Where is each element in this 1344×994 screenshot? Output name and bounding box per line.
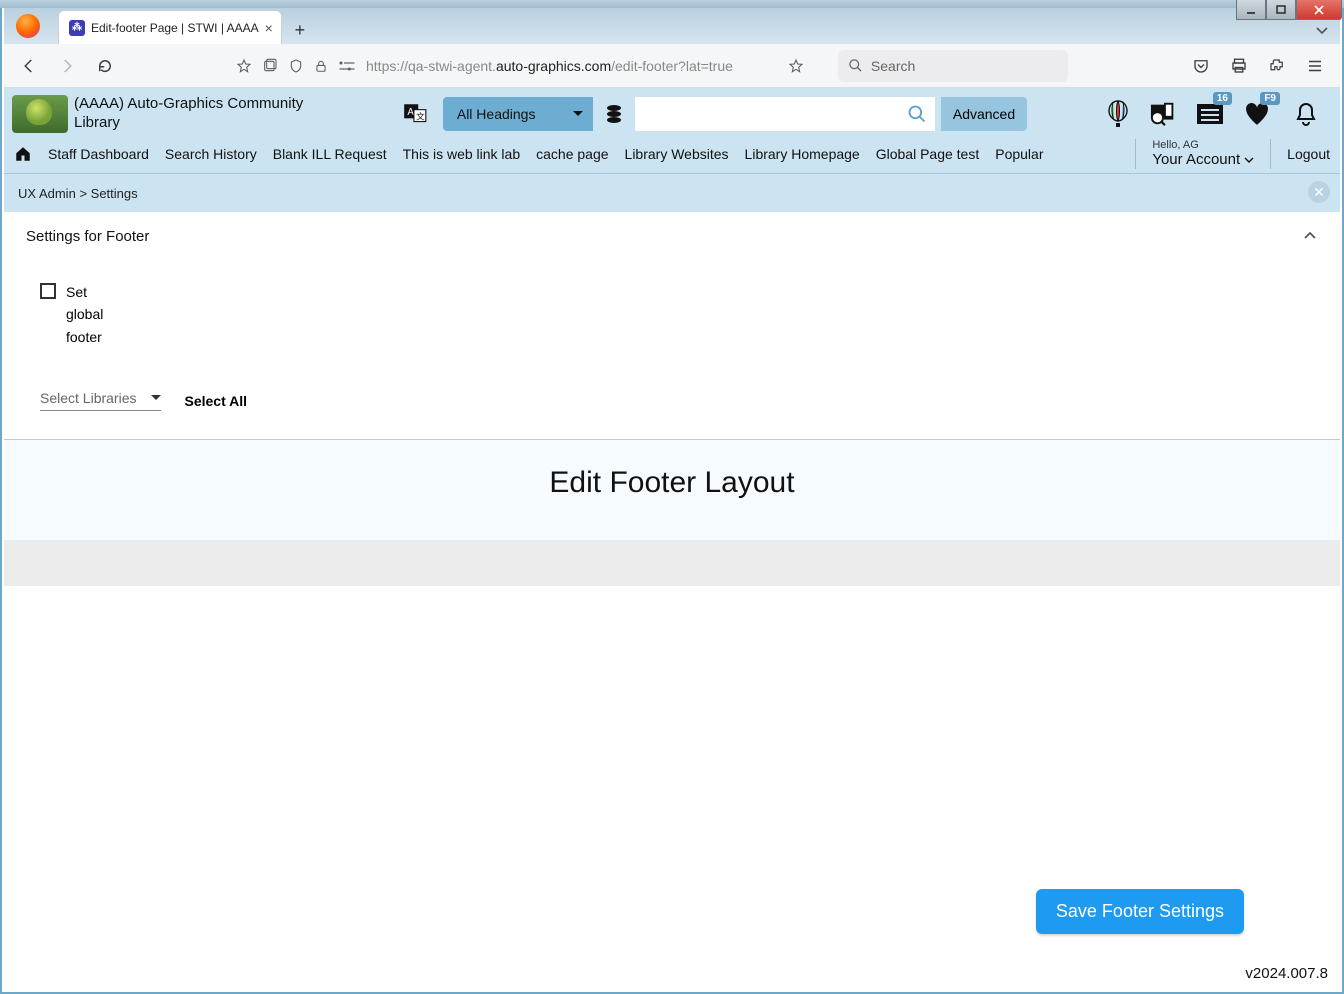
nav-item-cache-page[interactable]: cache page xyxy=(536,146,608,162)
advanced-search-button[interactable]: Advanced xyxy=(941,97,1027,131)
settings-panel: Settings for Footer Set global footer Se… xyxy=(4,212,1340,439)
database-icon[interactable] xyxy=(599,97,629,131)
nav-item-web-link-lab[interactable]: This is web link lab xyxy=(403,146,521,162)
print-icon[interactable] xyxy=(1224,51,1254,81)
brand-title: (AAAA) Auto-Graphics Community Library xyxy=(74,95,324,133)
firefox-logo-icon xyxy=(16,14,40,38)
tab-title: Edit-footer Page | STWI | AAAA xyxy=(91,21,259,35)
browser-toolbar: https://qa-stwi-agent.auto-graphics.com/… xyxy=(4,44,1340,88)
extensions-icon[interactable] xyxy=(1262,51,1292,81)
window-minimize-button[interactable] xyxy=(1236,0,1266,20)
pocket-icon[interactable] xyxy=(1186,51,1216,81)
shield-icon[interactable] xyxy=(288,58,304,74)
translate-icon[interactable]: A文 xyxy=(401,100,429,128)
version-label: v2024.007.8 xyxy=(1245,965,1328,982)
bookmark-page-icon[interactable] xyxy=(788,58,804,74)
svg-text:A: A xyxy=(407,107,414,118)
app-header: (AAAA) Auto-Graphics Community Library A… xyxy=(4,88,1340,136)
tab-favicon-icon: ⁂ xyxy=(69,20,85,36)
save-footer-settings-button[interactable]: Save Footer Settings xyxy=(1036,889,1244,934)
window-close-button[interactable] xyxy=(1296,0,1342,20)
permissions-icon[interactable] xyxy=(338,59,356,73)
breadcrumb-root[interactable]: UX Admin xyxy=(18,186,76,201)
favorites-button[interactable]: F9 xyxy=(1244,101,1274,127)
url-display[interactable]: https://qa-stwi-agent.auto-graphics.com/… xyxy=(366,58,733,74)
logout-link[interactable]: Logout xyxy=(1287,146,1330,162)
nav-item-staff-dashboard[interactable]: Staff Dashboard xyxy=(48,146,149,162)
select-libraries-label: Select Libraries xyxy=(40,390,137,406)
page-content: (AAAA) Auto-Graphics Community Library A… xyxy=(4,88,1340,990)
settings-title: Settings for Footer xyxy=(26,228,1318,245)
nav-separator xyxy=(1270,139,1271,169)
account-menu[interactable]: Hello, AG Your Account xyxy=(1152,139,1254,169)
url-prefix: https://qa-stwi-agent. xyxy=(366,58,496,74)
brand-logo-icon[interactable] xyxy=(12,95,68,133)
app-search-input[interactable] xyxy=(635,97,935,131)
footer-layout-zone[interactable] xyxy=(4,540,1340,586)
list-badge-count: 16 xyxy=(1213,92,1232,105)
advanced-label: Advanced xyxy=(953,106,1015,122)
bookmark-star-icon[interactable] xyxy=(236,58,252,74)
tab-overflow-icon[interactable] xyxy=(1314,22,1330,38)
set-global-footer-label: Set global footer xyxy=(66,281,126,348)
tab-close-icon[interactable]: × xyxy=(265,20,273,36)
nav-item-blank-ill[interactable]: Blank ILL Request xyxy=(273,146,387,162)
device-search-icon[interactable] xyxy=(1150,100,1178,128)
breadcrumb-separator: > xyxy=(79,186,87,201)
window-controls xyxy=(1236,0,1342,20)
url-path: /edit-footer?lat=true xyxy=(611,58,733,74)
nav-item-library-homepage[interactable]: Library Homepage xyxy=(745,146,860,162)
breadcrumb-close-icon[interactable]: ✕ xyxy=(1308,181,1330,203)
nav-home-icon[interactable] xyxy=(14,145,32,163)
new-tab-button[interactable]: + xyxy=(286,16,314,44)
headings-dropdown[interactable]: All Headings xyxy=(443,97,593,131)
list-button[interactable]: 16 xyxy=(1196,101,1226,127)
browser-tab-strip: ⁂ Edit-footer Page | STWI | AAAA × + xyxy=(4,8,1340,44)
save-label: Save Footer Settings xyxy=(1056,901,1224,921)
nav-separator xyxy=(1135,139,1136,169)
nav-item-popular[interactable]: Popular xyxy=(995,146,1043,162)
nav-item-search-history[interactable]: Search History xyxy=(165,146,257,162)
breadcrumb: UX Admin > Settings ✕ xyxy=(4,174,1340,212)
select-libraries-dropdown[interactable]: Select Libraries xyxy=(40,390,161,411)
account-greeting: Hello, AG xyxy=(1152,139,1254,152)
favorites-badge: F9 xyxy=(1260,92,1280,105)
notifications-bell-icon[interactable] xyxy=(1292,100,1320,128)
forward-button[interactable] xyxy=(52,51,82,81)
app-menu-icon[interactable] xyxy=(1300,51,1330,81)
select-all-button[interactable]: Select All xyxy=(185,393,248,409)
svg-text:文: 文 xyxy=(416,110,425,121)
set-global-footer-checkbox[interactable] xyxy=(40,283,56,299)
url-domain: auto-graphics.com xyxy=(496,58,611,74)
search-placeholder: Search xyxy=(871,58,915,74)
reload-button[interactable] xyxy=(90,51,120,81)
breadcrumb-leaf[interactable]: Settings xyxy=(91,186,138,201)
chevron-down-icon xyxy=(1244,155,1254,165)
browser-tab[interactable]: ⁂ Edit-footer Page | STWI | AAAA × xyxy=(58,10,282,44)
window-titlebar xyxy=(0,0,1344,8)
headings-label: All Headings xyxy=(457,106,536,122)
browser-search-input[interactable]: Search xyxy=(838,50,1068,82)
window-maximize-button[interactable] xyxy=(1266,0,1296,20)
app-nav: Staff Dashboard Search History Blank ILL… xyxy=(4,136,1340,174)
panel-collapse-icon[interactable] xyxy=(1302,228,1318,244)
account-label: Your Account xyxy=(1152,151,1240,168)
back-button[interactable] xyxy=(14,51,44,81)
editor-area: Edit Footer Layout xyxy=(4,440,1340,586)
nav-item-global-page-test[interactable]: Global Page test xyxy=(876,146,980,162)
nav-item-library-websites[interactable]: Library Websites xyxy=(625,146,729,162)
lock-icon[interactable] xyxy=(314,58,328,74)
balloon-icon[interactable] xyxy=(1104,100,1132,128)
container-tab-icon[interactable] xyxy=(262,58,278,74)
editor-title: Edit Footer Layout xyxy=(4,466,1340,500)
